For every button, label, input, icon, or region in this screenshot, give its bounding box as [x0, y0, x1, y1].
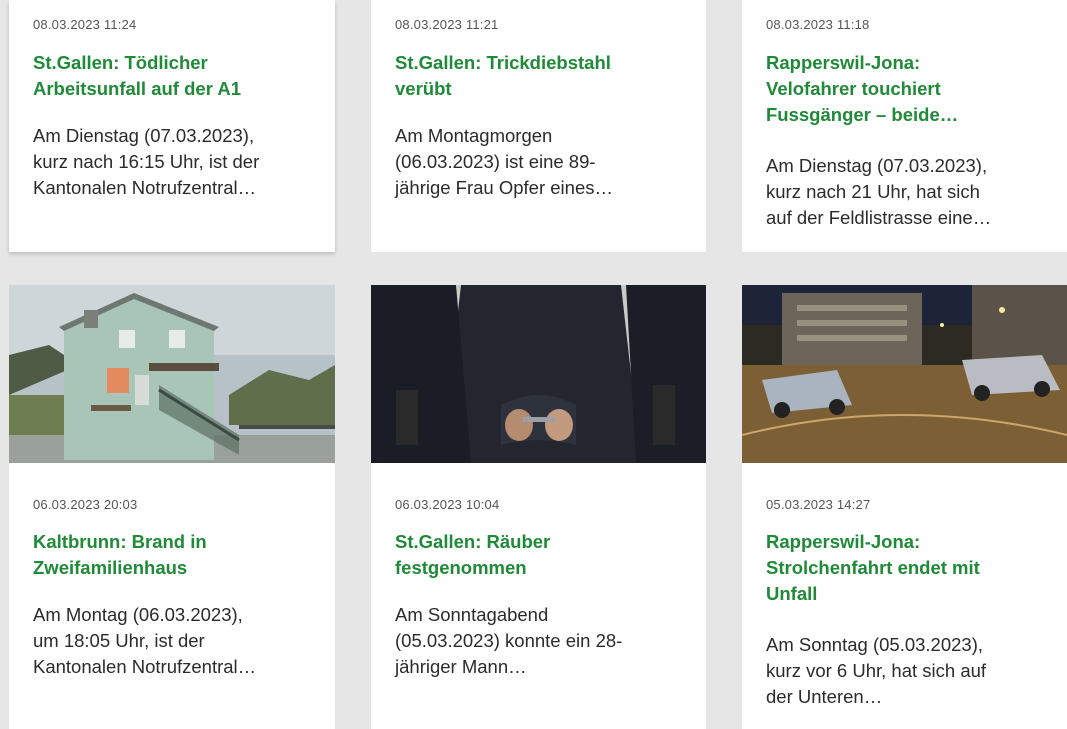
- card-teaser-line: jährige Frau Opfer eines…: [395, 177, 613, 198]
- card-title[interactable]: Rapperswil-Jona: Strolchenfahrt endet mi…: [766, 529, 980, 607]
- card-title-line[interactable]: Kaltbrunn: Brand in: [33, 529, 207, 555]
- card-title-line[interactable]: Rapperswil-Jona:: [766, 50, 958, 76]
- card-teaser-line: Am Sonntagabend: [395, 604, 549, 625]
- card-teaser-line: der Unteren…: [766, 686, 883, 707]
- card-title-line[interactable]: Fussgänger – beide…: [766, 102, 958, 128]
- card-title-line[interactable]: verübt: [395, 76, 611, 102]
- arrest-photo[interactable]: [371, 285, 706, 463]
- card-title[interactable]: Kaltbrunn: Brand in Zweifamilienhaus: [33, 529, 207, 581]
- card-date: 08.03.2023 11:18: [766, 17, 870, 32]
- card-title-line[interactable]: Velofahrer touchiert: [766, 76, 958, 102]
- card-title[interactable]: St.Gallen: Trickdiebstahl verübt: [395, 50, 611, 102]
- news-card-2[interactable]: 08.03.2023 11:21 St.Gallen: Trickdiebsta…: [371, 0, 706, 252]
- card-title-line[interactable]: Rapperswil-Jona:: [766, 529, 980, 555]
- card-teaser-line: Am Dienstag (07.03.2023),: [33, 125, 255, 146]
- card-teaser: Am Dienstag (07.03.2023), kurz nach 16:1…: [33, 123, 259, 201]
- news-card-3[interactable]: 08.03.2023 11:18 Rapperswil-Jona: Velofa…: [742, 0, 1067, 252]
- news-card-1[interactable]: 08.03.2023 11:24 St.Gallen: Tödlicher Ar…: [9, 0, 335, 252]
- card-teaser-line: Am Dienstag (07.03.2023),: [766, 155, 988, 176]
- card-title-line[interactable]: Arbeitsunfall auf der A1: [33, 76, 241, 102]
- card-teaser-line: Kantonalen Notrufzentral…: [33, 177, 257, 198]
- house-fire-photo[interactable]: [9, 285, 335, 463]
- card-date: 05.03.2023 14:27: [766, 497, 871, 512]
- card-teaser-line: kurz nach 16:15 Uhr, ist der: [33, 151, 260, 172]
- card-teaser: Am Montag (06.03.2023), um 18:05 Uhr, is…: [33, 602, 256, 680]
- card-title-line[interactable]: Zweifamilienhaus: [33, 555, 207, 581]
- news-card-5[interactable]: 06.03.2023 10:04 St.Gallen: Räuber festg…: [371, 285, 706, 729]
- card-teaser: Am Sonntagabend (05.03.2023) konnte ein …: [395, 602, 622, 680]
- card-title-line[interactable]: St.Gallen: Trickdiebstahl: [395, 50, 611, 76]
- card-teaser-line: (05.03.2023) konnte ein 28-: [395, 630, 623, 651]
- card-title-line[interactable]: festgenommen: [395, 555, 550, 581]
- card-teaser-line: jähriger Mann…: [395, 656, 527, 677]
- card-title-line[interactable]: St.Gallen: Räuber: [395, 529, 550, 555]
- card-title-line[interactable]: Unfall: [766, 581, 980, 607]
- card-title-line[interactable]: Strolchenfahrt endet mit: [766, 555, 980, 581]
- card-teaser-line: kurz vor 6 Uhr, hat sich auf: [766, 660, 987, 681]
- card-teaser-line: (06.03.2023) ist eine 89-: [395, 151, 596, 172]
- card-title-line[interactable]: St.Gallen: Tödlicher: [33, 50, 241, 76]
- card-title[interactable]: St.Gallen: Räuber festgenommen: [395, 529, 550, 581]
- card-teaser-line: auf der Feldlistrasse eine…: [766, 207, 992, 228]
- card-teaser-line: Am Montagmorgen: [395, 125, 553, 146]
- card-teaser: Am Dienstag (07.03.2023), kurz nach 21 U…: [766, 153, 991, 231]
- car-accident-photo[interactable]: [742, 285, 1067, 463]
- card-teaser: Am Sonntag (05.03.2023), kurz vor 6 Uhr,…: [766, 632, 986, 710]
- card-teaser: Am Montagmorgen (06.03.2023) ist eine 89…: [395, 123, 613, 201]
- card-title[interactable]: Rapperswil-Jona: Velofahrer touchiert Fu…: [766, 50, 958, 128]
- news-card-4[interactable]: 06.03.2023 20:03 Kaltbrunn: Brand in Zwe…: [9, 285, 335, 729]
- card-teaser-line: um 18:05 Uhr, ist der: [33, 630, 205, 651]
- card-teaser-line: Am Sonntag (05.03.2023),: [766, 634, 984, 655]
- card-date: 08.03.2023 11:21: [395, 17, 499, 32]
- news-card-6[interactable]: 05.03.2023 14:27 Rapperswil-Jona: Strolc…: [742, 285, 1067, 729]
- card-teaser-line: Am Montag (06.03.2023),: [33, 604, 243, 625]
- card-title[interactable]: St.Gallen: Tödlicher Arbeitsunfall auf d…: [33, 50, 241, 102]
- card-date: 06.03.2023 10:04: [395, 497, 500, 512]
- card-date: 08.03.2023 11:24: [33, 17, 137, 32]
- card-teaser-line: Kantonalen Notrufzentral…: [33, 656, 257, 677]
- card-teaser-line: kurz nach 21 Uhr, hat sich: [766, 181, 980, 202]
- card-date: 06.03.2023 20:03: [33, 497, 138, 512]
